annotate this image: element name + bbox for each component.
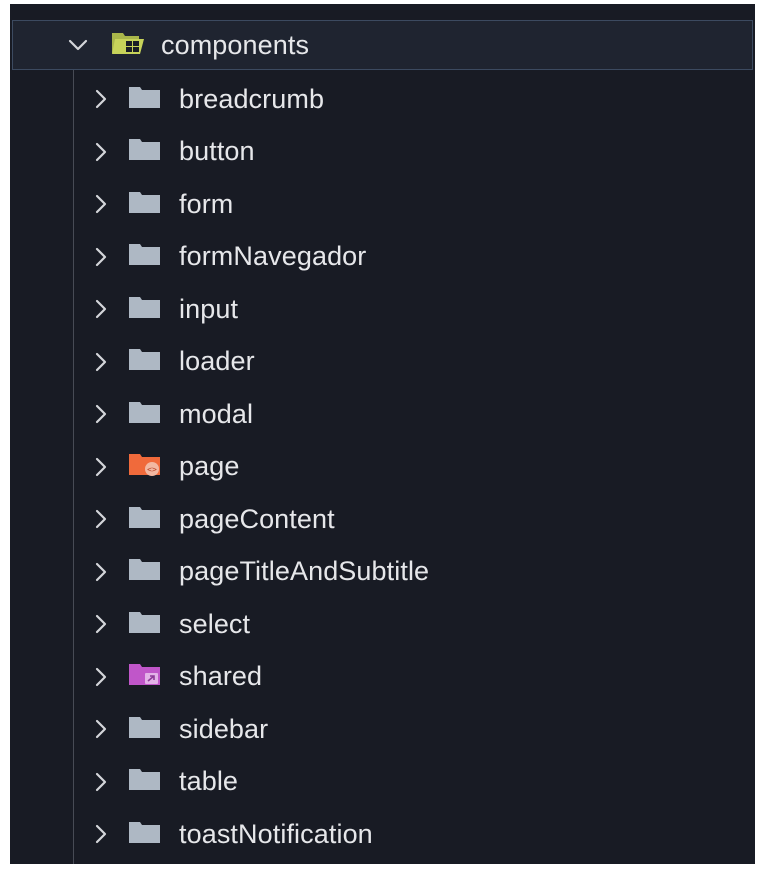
folder-row-toastnotification[interactable]: toastNotification bbox=[10, 808, 755, 860]
folder-row-table[interactable]: table bbox=[10, 756, 755, 808]
folder-label: loader bbox=[179, 346, 255, 376]
chevron-right-icon[interactable] bbox=[90, 193, 112, 215]
folder-row-form[interactable]: form bbox=[10, 178, 755, 230]
folder-row-modal[interactable]: modal bbox=[10, 388, 755, 440]
chevron-right-icon[interactable] bbox=[90, 561, 112, 583]
folder-label: form bbox=[179, 188, 234, 219]
chevron-right-icon[interactable] bbox=[90, 88, 112, 110]
folder-row-formnavegador[interactable]: formNavegador bbox=[10, 231, 755, 283]
folder-row-components[interactable]: components bbox=[12, 20, 753, 70]
folder-row-sidebar[interactable]: sidebar bbox=[10, 703, 755, 755]
folder-row-page[interactable]: <> page bbox=[10, 441, 755, 493]
folder-row-button[interactable]: button bbox=[10, 126, 755, 178]
chevron-down-icon[interactable] bbox=[67, 34, 89, 56]
folder-row-select[interactable]: select bbox=[10, 598, 755, 650]
chevron-right-icon[interactable] bbox=[90, 771, 112, 793]
folder-row-pagetitleandsubtitle[interactable]: pageTitleAndSubtitle bbox=[10, 546, 755, 598]
folder-label: pageTitleAndSubtitle bbox=[179, 556, 430, 586]
chevron-right-icon[interactable] bbox=[90, 351, 112, 373]
folder-shared-icon bbox=[128, 660, 162, 693]
folder-icon bbox=[128, 188, 162, 221]
folder-label: shared bbox=[179, 661, 263, 691]
folder-icon bbox=[128, 293, 162, 326]
folder-label: sidebar bbox=[179, 713, 269, 744]
chevron-right-icon[interactable] bbox=[90, 246, 112, 268]
folder-label: components bbox=[161, 29, 310, 60]
folder-icon bbox=[128, 608, 162, 641]
chevron-right-icon[interactable] bbox=[90, 456, 112, 478]
chevron-right-icon[interactable] bbox=[90, 298, 112, 320]
folder-icon bbox=[128, 240, 162, 273]
folder-row-loader[interactable]: loader bbox=[10, 336, 755, 388]
folder-label: formNavegador bbox=[179, 241, 367, 271]
chevron-right-icon[interactable] bbox=[90, 613, 112, 635]
folder-label: toastNotification bbox=[179, 818, 373, 849]
folder-icon bbox=[128, 83, 162, 116]
folder-icon bbox=[128, 503, 162, 536]
chevron-right-icon[interactable] bbox=[90, 718, 112, 740]
folder-icon bbox=[128, 398, 162, 431]
folder-icon bbox=[128, 345, 162, 378]
folder-row-input[interactable]: input bbox=[10, 283, 755, 335]
chevron-right-icon[interactable] bbox=[90, 666, 112, 688]
folder-label: breadcrumb bbox=[179, 83, 325, 114]
chevron-right-icon[interactable] bbox=[90, 823, 112, 845]
folder-icon bbox=[128, 135, 162, 168]
chevron-right-icon[interactable] bbox=[90, 141, 112, 163]
folder-html-icon: <> bbox=[128, 450, 162, 483]
folder-row-pagecontent[interactable]: pageContent bbox=[10, 493, 755, 545]
file-explorer-panel: components breadcrumb button form formNaveg… bbox=[10, 4, 755, 864]
folder-row-breadcrumb[interactable]: breadcrumb bbox=[10, 73, 755, 125]
folder-row-shared[interactable]: shared bbox=[10, 651, 755, 703]
folder-icon bbox=[128, 818, 162, 851]
svg-text:<>: <> bbox=[147, 465, 157, 474]
folder-label: pageContent bbox=[179, 503, 335, 534]
folder-icon bbox=[128, 555, 162, 588]
folder-label: button bbox=[179, 136, 255, 166]
folder-label: table bbox=[179, 766, 239, 796]
folder-components-open-icon bbox=[111, 29, 145, 62]
folder-label: page bbox=[179, 451, 240, 481]
chevron-right-icon[interactable] bbox=[90, 508, 112, 530]
folder-label: input bbox=[179, 293, 239, 324]
folder-label: select bbox=[179, 608, 251, 639]
chevron-right-icon[interactable] bbox=[90, 403, 112, 425]
folder-label: modal bbox=[179, 398, 254, 429]
folder-icon bbox=[128, 765, 162, 798]
folder-icon bbox=[128, 713, 162, 746]
